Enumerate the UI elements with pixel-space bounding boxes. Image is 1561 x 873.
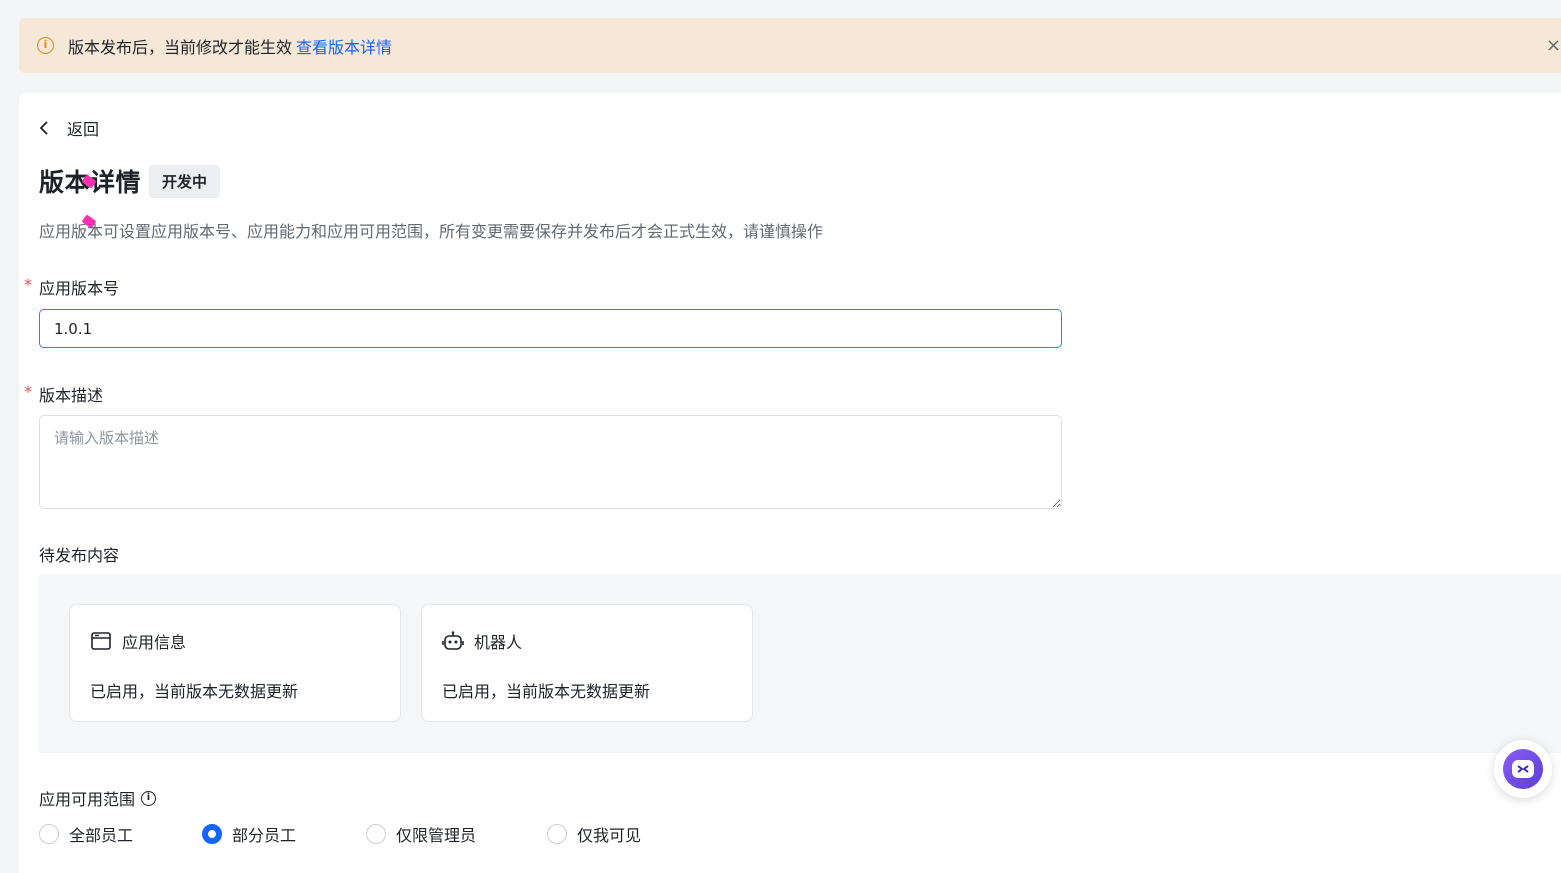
scope-option-label: 仅限管理员 <box>396 826 477 845</box>
assistant-float-button[interactable] <box>1494 740 1552 798</box>
version-label-row: * 应用版本号 <box>24 275 120 299</box>
radio-button-selected[interactable] <box>202 824 222 844</box>
pending-item-title: 应用信息 <box>122 633 187 652</box>
radio-button[interactable] <box>547 824 567 844</box>
chevron-left-icon <box>39 121 48 135</box>
required-mark: * <box>24 382 32 401</box>
scope-label-row: 应用可用范围 i <box>39 786 157 810</box>
banner-message: 版本发布后，当前修改才能生效 <box>68 37 293 57</box>
scope-radio-group: 全部员工 部分员工 仅限管理员 仅我可见 <box>39 822 641 846</box>
scope-option-label: 全部员工 <box>69 826 134 845</box>
pending-item-status: 已启用，当前版本无数据更新 <box>442 682 651 701</box>
status-badge: 开发中 <box>149 164 221 198</box>
version-label: 应用版本号 <box>39 279 120 298</box>
scope-option-label: 部分员工 <box>232 826 297 845</box>
radio-button[interactable] <box>39 824 59 844</box>
app-window-icon <box>91 632 111 650</box>
version-detail-card: 返回 版本详情 开发中 应用版本可设置应用版本号、应用能力和应用可用范围，所有变… <box>19 93 1561 873</box>
page-description: 应用版本可设置应用版本号、应用能力和应用可用范围，所有变更需要保存并发布后才会正… <box>39 222 824 241</box>
close-icon[interactable]: × <box>1546 35 1561 56</box>
scope-label: 应用可用范围 <box>39 790 136 809</box>
scope-option-partial[interactable]: 部分员工 <box>202 822 366 846</box>
view-version-details-link[interactable]: 查看版本详情 <box>296 34 392 58</box>
robot-icon <box>442 631 464 650</box>
pending-item-header: 机器人 <box>442 629 522 653</box>
pending-content-panel: 应用信息 已启用，当前版本无数据更新 机器人 已启用，当前版本无数据更新 <box>39 574 1561 753</box>
assistant-icon <box>1503 749 1543 789</box>
back-label: 返回 <box>67 120 100 139</box>
version-number-input[interactable] <box>39 309 1062 348</box>
version-description-textarea[interactable] <box>39 415 1062 509</box>
pending-item-app-info[interactable]: 应用信息 已启用，当前版本无数据更新 <box>69 604 401 722</box>
pending-item-header: 应用信息 <box>90 629 186 653</box>
scope-option-all[interactable]: 全部员工 <box>39 822 202 846</box>
required-mark: * <box>24 275 32 294</box>
pending-label: 待发布内容 <box>39 546 120 565</box>
assistant-logo-icon <box>1512 760 1534 778</box>
info-icon: i <box>37 37 54 54</box>
back-button[interactable]: 返回 <box>39 116 99 140</box>
desc-label-row: * 版本描述 <box>24 382 104 406</box>
pending-item-status: 已启用，当前版本无数据更新 <box>90 682 299 701</box>
notice-banner: i 版本发布后，当前修改才能生效 查看版本详情 × <box>19 18 1561 73</box>
pending-item-title: 机器人 <box>474 633 523 652</box>
info-circle-icon[interactable]: i <box>141 790 157 806</box>
scope-option-label: 仅我可见 <box>577 826 642 845</box>
scope-option-admin[interactable]: 仅限管理员 <box>366 822 547 846</box>
pending-item-robot[interactable]: 机器人 已启用，当前版本无数据更新 <box>421 604 753 722</box>
radio-button[interactable] <box>366 824 386 844</box>
scope-option-self[interactable]: 仅我可见 <box>547 822 641 846</box>
title-row: 版本详情 开发中 <box>39 163 221 199</box>
desc-label: 版本描述 <box>39 386 104 405</box>
